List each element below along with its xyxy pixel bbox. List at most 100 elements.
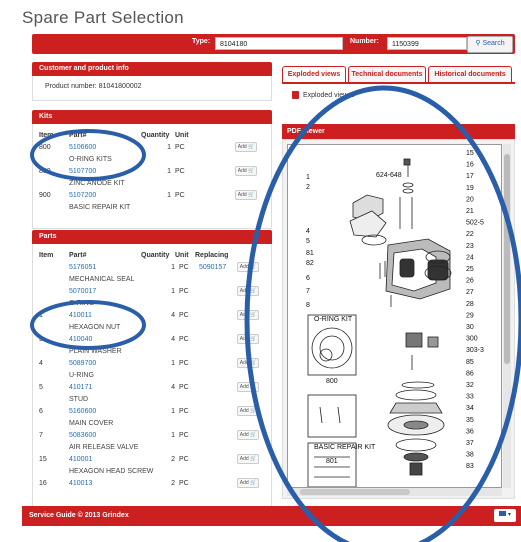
add-to-cart-button[interactable]: Add 🛒	[237, 478, 259, 488]
kit-box-number: 800	[326, 378, 338, 385]
kit-box-title: BASIC REPAIR KIT	[314, 444, 376, 451]
customer-panel: Customer and product info Product number…	[32, 62, 272, 101]
add-to-cart-button[interactable]: Add 🛒	[237, 334, 259, 344]
callout-label: 8	[306, 302, 310, 309]
callout-label: 83	[466, 463, 474, 470]
callout-label: 24	[466, 254, 474, 261]
part-replacing-link[interactable]	[199, 381, 237, 393]
search-button-label: Search	[482, 40, 505, 47]
part-item: 6	[39, 407, 43, 415]
part-replacing-link[interactable]	[199, 453, 237, 465]
part-description: O-RING	[69, 299, 95, 307]
language-selector[interactable]: ▾	[494, 509, 516, 522]
callout-label: 34	[466, 405, 474, 412]
callout-label: 502-5	[466, 220, 484, 227]
document-tabs: Exploded views Technical documents Histo…	[282, 66, 515, 84]
part-item: 15	[39, 455, 47, 463]
kit-part-link[interactable]: 5106600	[69, 141, 141, 153]
kits-col-qty: Quantity	[141, 132, 170, 139]
part-description: HEXAGON NUT	[69, 323, 121, 331]
callout-label: 36	[466, 428, 474, 435]
add-to-cart-button[interactable]: Add 🛒	[237, 430, 259, 440]
table-row: 16 410013 2 PC Add 🛒	[39, 477, 271, 489]
part-unit: PC	[179, 335, 189, 343]
callout-label: 25	[466, 266, 474, 273]
callout-label: 2	[306, 184, 310, 191]
product-number: Product number: 81041800002	[45, 83, 142, 90]
part-replacing-link[interactable]	[199, 285, 237, 297]
kit-item: 800	[39, 167, 51, 175]
parts-col-unit: Unit	[175, 252, 189, 259]
add-to-cart-button[interactable]: Add 🛒	[237, 382, 259, 392]
add-to-cart-button[interactable]: Add 🛒	[237, 454, 259, 464]
table-row: 15 410001 2 PC Add 🛒	[39, 453, 271, 465]
part-number-link[interactable]: 410013	[69, 477, 141, 489]
part-number-link[interactable]: 5160600	[69, 405, 141, 417]
search-button[interactable]: ⚲ Search	[467, 36, 513, 53]
parts-table: Item Part# Quantity Unit Replacing	[39, 250, 271, 261]
callout-label: 15	[466, 150, 474, 157]
add-to-cart-button[interactable]: Add 🛒	[235, 142, 257, 152]
part-description: AIR RELEASE VALVE	[69, 443, 139, 451]
add-to-cart-button[interactable]: Add 🛒	[237, 406, 259, 416]
callout-label: 21	[466, 208, 474, 215]
part-number-link[interactable]: 5070017	[69, 285, 141, 297]
callout-label: 35	[466, 417, 474, 424]
part-replacing-link[interactable]	[199, 309, 237, 321]
part-number-link[interactable]: 410001	[69, 453, 141, 465]
type-input[interactable]: 8104180	[215, 37, 343, 50]
part-description: STUD	[69, 395, 89, 403]
add-to-cart-button[interactable]: Add 🛒	[237, 286, 259, 296]
part-number-link[interactable]: 5176051	[69, 261, 141, 273]
table-row: 900 5107200 1 PC Add 🛒	[39, 189, 271, 201]
callout-label: 4	[306, 228, 310, 235]
part-number-link[interactable]: 410171	[69, 381, 141, 393]
tab-underline	[282, 82, 515, 84]
part-unit: PC	[179, 383, 189, 391]
part-number-link[interactable]: 410011	[69, 309, 141, 321]
part-unit: PC	[179, 287, 189, 295]
part-replacing-link[interactable]: 5090157	[199, 261, 237, 273]
number-input[interactable]: 1150399	[387, 37, 467, 50]
part-number-link[interactable]: 5089700	[69, 357, 141, 369]
pdf-vertical-scroll-thumb[interactable]	[504, 154, 510, 364]
part-replacing-link[interactable]	[199, 357, 237, 369]
part-description: MAIN COVER	[69, 419, 114, 427]
parts-col-replacing: Replacing	[195, 252, 229, 259]
callout-label: 85	[466, 359, 474, 366]
table-row: 6 5160600 1 PC Add 🛒	[39, 405, 271, 417]
kits-panel-header: Kits	[32, 110, 272, 124]
kits-panel: Kits Item Part# Quantity Unit 800 510660…	[32, 110, 272, 229]
part-description: PLAIN WASHER	[69, 347, 122, 355]
exploded-drawing-page: 1 2 4 5 81 82 6 7 8 624-648 15 16 17 19 20 21 502-5 22 23 2…	[287, 144, 502, 488]
callout-label: 20	[466, 196, 474, 203]
part-replacing-link[interactable]	[199, 477, 237, 489]
add-to-cart-button[interactable]: Add 🛒	[237, 262, 259, 272]
parts-rows: 5176051 1 PC 5090157 Add 🛒 MECHANICAL SEAL 507…	[39, 261, 271, 501]
kit-description: O-RING KITS	[69, 155, 112, 163]
kits-col-unit: Unit	[175, 132, 189, 139]
pdf-horizontal-scroll-thumb[interactable]	[300, 489, 410, 495]
pdf-viewer-header: PDF viewer	[282, 124, 515, 139]
add-to-cart-button[interactable]: Add 🛒	[237, 310, 259, 320]
part-item: 16	[39, 479, 47, 487]
part-replacing-link[interactable]	[199, 333, 237, 345]
part-number-link[interactable]: 5083600	[69, 429, 141, 441]
callout-label: 303-3	[466, 347, 484, 354]
add-to-cart-button[interactable]: Add 🛒	[235, 190, 257, 200]
part-replacing-link[interactable]	[199, 429, 237, 441]
kit-part-link[interactable]: 5107200	[69, 189, 141, 201]
part-number-link[interactable]: 410040	[69, 333, 141, 345]
part-qty: 4	[171, 383, 175, 391]
parts-panel-header: Parts	[32, 230, 272, 244]
exploded-view-link[interactable]: Exploded view 1	[292, 91, 354, 99]
add-to-cart-button[interactable]: Add 🛒	[237, 358, 259, 368]
kit-box-title: O-RING KIT	[314, 316, 353, 323]
kit-part-link[interactable]: 5107700	[69, 165, 141, 177]
add-to-cart-button[interactable]: Add 🛒	[235, 166, 257, 176]
flag-icon	[498, 511, 506, 516]
part-replacing-link[interactable]	[199, 405, 237, 417]
search-icon: ⚲	[475, 40, 481, 47]
kit-qty: 1	[167, 167, 171, 175]
table-row: 4 5089700 1 PC Add 🛒	[39, 357, 271, 369]
